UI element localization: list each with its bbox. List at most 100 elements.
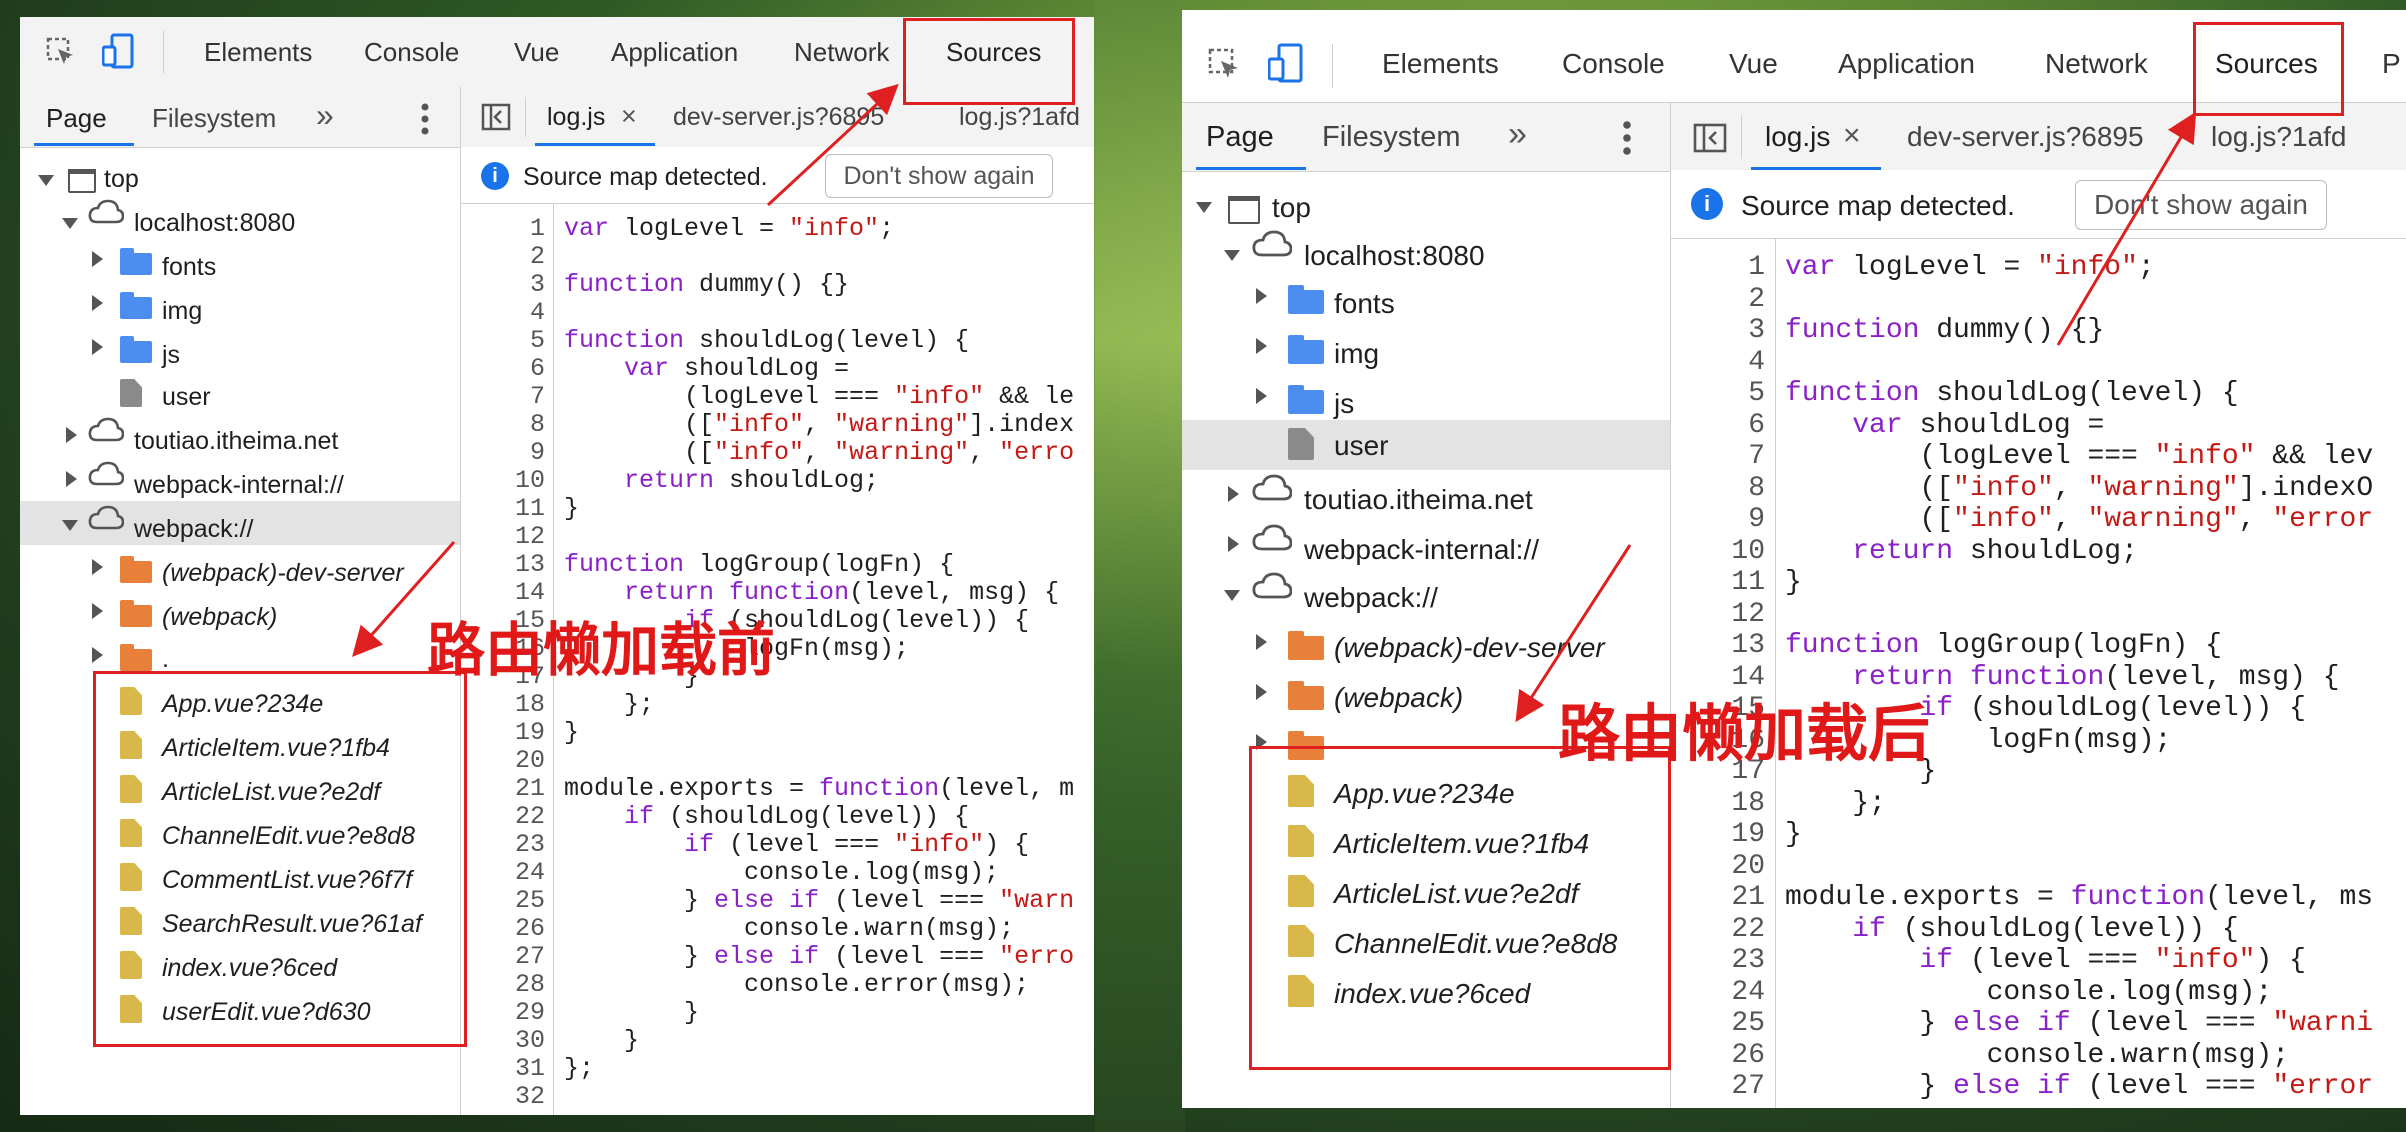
collapsed-arrow-icon[interactable] <box>1228 486 1239 502</box>
collapsed-arrow-icon[interactable] <box>92 339 103 355</box>
tree-item-toutiao[interactable]: toutiao.itheima.net <box>1304 484 1533 516</box>
tree-item-fonts[interactable]: fonts <box>162 253 216 282</box>
tab-application[interactable]: Application <box>1838 48 1975 80</box>
line-number: 28 <box>514 970 545 999</box>
tab-network[interactable]: Network <box>794 37 889 68</box>
file-icon <box>120 379 142 407</box>
line-number: 22 <box>514 802 545 831</box>
tree-item-localhost[interactable]: localhost:8080 <box>134 209 295 238</box>
line-number: 9 <box>1748 504 1765 535</box>
collapsed-arrow-icon[interactable] <box>92 603 103 619</box>
tab-page[interactable]: Page <box>1206 121 1274 154</box>
collapsed-arrow-icon[interactable] <box>92 251 103 267</box>
expand-arrow-icon[interactable] <box>38 175 54 186</box>
tab-application[interactable]: Application <box>611 37 738 68</box>
tree-item-js[interactable]: js <box>1334 388 1354 420</box>
tree-item-webpack[interactable]: webpack:// <box>134 515 254 544</box>
collapsed-arrow-icon[interactable] <box>1256 388 1267 404</box>
collapsed-arrow-icon[interactable] <box>1256 684 1267 700</box>
editor-tab-dev-server[interactable]: dev-server.js?6895 <box>1907 121 2144 153</box>
tab-vue[interactable]: Vue <box>514 37 559 68</box>
cloud-icon <box>88 199 124 224</box>
line-number: 26 <box>514 914 545 943</box>
inspect-element-icon[interactable] <box>46 37 76 67</box>
tab-console[interactable]: Console <box>364 37 459 68</box>
close-tab-icon[interactable]: × <box>621 101 637 132</box>
editor-tab-log-js-1afd[interactable]: log.js?1afd <box>2211 121 2346 153</box>
toggle-navigator-icon[interactable] <box>481 103 511 131</box>
code-line: module.exports = function(level, m <box>564 774 1075 803</box>
dont-show-again-button[interactable]: Don't show again <box>2075 180 2327 230</box>
tree-item-img[interactable]: img <box>1334 338 1379 370</box>
tab-page[interactable]: Page <box>46 103 107 134</box>
collapsed-arrow-icon[interactable] <box>92 647 103 663</box>
collapsed-arrow-icon[interactable] <box>1228 536 1239 552</box>
tree-item-webpack-internal[interactable]: webpack-internal:// <box>1304 534 1539 566</box>
dont-show-again-button[interactable]: Don't show again <box>825 154 1053 198</box>
collapsed-arrow-icon[interactable] <box>92 559 103 575</box>
kebab-menu-icon[interactable] <box>1622 121 1632 155</box>
collapsed-arrow-icon[interactable] <box>92 295 103 311</box>
active-tab-indicator <box>1196 167 1306 170</box>
tab-console[interactable]: Console <box>1562 48 1665 80</box>
info-icon: i <box>1691 188 1723 220</box>
expand-arrow-icon[interactable] <box>62 520 78 531</box>
tab-vue[interactable]: Vue <box>1729 48 1778 80</box>
infobar-message: Source map detected. <box>523 163 768 191</box>
editor-tab-log-js[interactable]: log.js <box>547 103 605 132</box>
tree-item-toutiao[interactable]: toutiao.itheima.net <box>134 427 338 456</box>
tree-item-js[interactable]: js <box>162 341 180 370</box>
line-number: 31 <box>514 1054 545 1083</box>
tab-elements[interactable]: Elements <box>1382 48 1499 80</box>
expand-arrow-icon[interactable] <box>62 218 78 229</box>
line-number: 18 <box>1731 787 1765 819</box>
line-number: 13 <box>1731 630 1765 661</box>
tab-more-truncated[interactable]: P <box>2382 48 2401 80</box>
tree-item-webpack[interactable]: webpack:// <box>1304 582 1438 614</box>
code-line: function dummy() {} <box>1785 315 2105 346</box>
folder-icon <box>1288 631 1324 660</box>
tree-item-webpack-internal[interactable]: webpack-internal:// <box>134 471 344 500</box>
navigator-tabs: Page Filesystem » <box>20 87 460 148</box>
line-number: 2 <box>529 242 545 271</box>
inspect-element-icon[interactable] <box>1208 48 1242 82</box>
device-toolbar-icon[interactable] <box>1268 43 1304 83</box>
collapsed-arrow-icon[interactable] <box>1256 338 1267 354</box>
collapsed-arrow-icon[interactable] <box>1256 634 1267 650</box>
tab-filesystem[interactable]: Filesystem <box>152 103 276 134</box>
tree-item-dev-server[interactable]: (webpack)-dev-server <box>162 559 404 588</box>
kebab-menu-icon[interactable] <box>420 103 430 135</box>
editor-tab-log-js[interactable]: log.js <box>1765 121 1830 153</box>
device-toolbar-icon[interactable] <box>102 33 134 69</box>
tree-item-webpack-folder[interactable]: (webpack) <box>162 603 277 632</box>
editor-tab-log-js-1afd[interactable]: log.js?1afd <box>959 103 1080 132</box>
tree-item-top[interactable]: top <box>1272 192 1311 224</box>
tree-item-dev-server[interactable]: (webpack)-dev-server <box>1334 632 1605 664</box>
code-line: if (shouldLog(level)) { <box>624 802 970 831</box>
tree-item-img[interactable]: img <box>162 297 202 326</box>
tree-item-top[interactable]: top <box>104 165 139 194</box>
toggle-navigator-icon[interactable] <box>1693 123 1727 153</box>
more-tabs-button[interactable]: » <box>316 97 334 134</box>
editor-tab-dev-server[interactable]: dev-server.js?6895 <box>673 103 884 132</box>
cloud-icon <box>88 417 124 442</box>
collapsed-arrow-icon[interactable] <box>66 471 77 487</box>
tree-item-webpack-folder[interactable]: (webpack) <box>1334 682 1463 714</box>
tree-item-fonts[interactable]: fonts <box>1334 288 1395 320</box>
tree-item-user[interactable]: user <box>1334 430 1388 462</box>
expand-arrow-icon[interactable] <box>1224 250 1240 261</box>
close-tab-icon[interactable]: × <box>1843 119 1861 153</box>
collapsed-arrow-icon[interactable] <box>1256 288 1267 304</box>
expand-arrow-icon[interactable] <box>1196 202 1212 213</box>
tree-item-localhost[interactable]: localhost:8080 <box>1304 240 1485 272</box>
expand-arrow-icon[interactable] <box>1224 590 1240 601</box>
collapsed-arrow-icon[interactable] <box>66 427 77 443</box>
tab-network[interactable]: Network <box>2045 48 2148 80</box>
more-tabs-button[interactable]: » <box>1508 115 1527 154</box>
tree-item-user[interactable]: user <box>162 383 211 412</box>
code-line: var shouldLog = <box>1852 409 2105 441</box>
tab-filesystem[interactable]: Filesystem <box>1322 121 1461 154</box>
tab-elements[interactable]: Elements <box>204 37 312 68</box>
tree-item-dot[interactable]: . <box>162 645 169 674</box>
code-line: } else if (level === "warn <box>564 886 1075 915</box>
